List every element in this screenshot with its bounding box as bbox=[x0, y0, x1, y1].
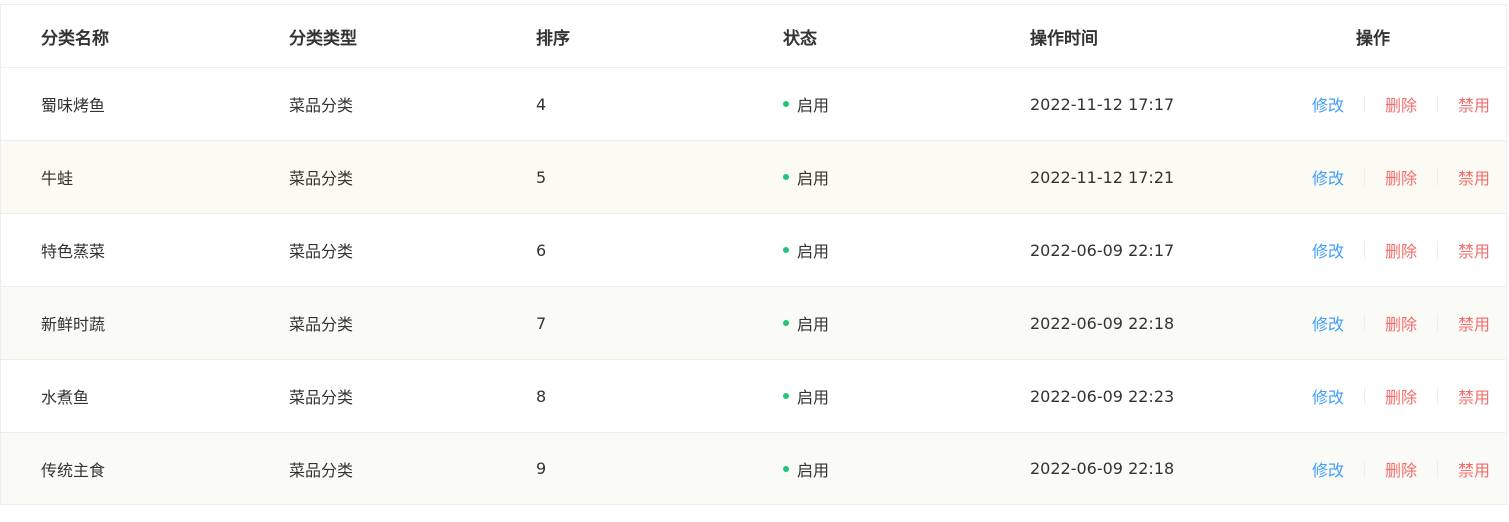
action-divider bbox=[1363, 168, 1365, 186]
action-divider bbox=[1363, 314, 1365, 332]
category-name-cell: 牛蛙 bbox=[41, 169, 74, 188]
table-row: 水煮鱼 菜品分类 8 启用 2022-06-09 22:23 修改 删除 禁用 bbox=[1, 359, 1506, 432]
status-cell: 启用 bbox=[743, 165, 990, 189]
category-table: 分类名称 分类类型 排序 状态 操作时间 操作 蜀味烤鱼 菜品分类 4 启用 2… bbox=[0, 4, 1507, 505]
update-time-cell: 2022-11-12 17:17 bbox=[1030, 94, 1175, 114]
action-divider bbox=[1436, 314, 1438, 332]
status-text: 启用 bbox=[797, 315, 830, 334]
header-sort: 排序 bbox=[536, 28, 570, 49]
table-header: 分类名称 分类类型 排序 状态 操作时间 操作 bbox=[1, 4, 1506, 67]
edit-button[interactable]: 修改 bbox=[1312, 384, 1344, 408]
category-type-cell: 菜品分类 bbox=[289, 388, 354, 407]
status-cell: 启用 bbox=[743, 457, 990, 481]
category-type-cell: 菜品分类 bbox=[289, 169, 354, 188]
action-divider bbox=[1436, 168, 1438, 186]
actions-cell: 修改 删除 禁用 bbox=[1238, 311, 1508, 335]
status-text: 启用 bbox=[797, 96, 830, 115]
category-name-cell: 传统主食 bbox=[41, 460, 106, 480]
disable-button[interactable]: 禁用 bbox=[1458, 92, 1490, 116]
status-dot-icon bbox=[783, 247, 789, 253]
category-name-cell: 蜀味烤鱼 bbox=[41, 96, 106, 115]
status-text: 启用 bbox=[797, 460, 830, 480]
status-dot-icon bbox=[783, 101, 789, 107]
sort-cell: 7 bbox=[536, 313, 547, 333]
disable-button[interactable]: 禁用 bbox=[1458, 384, 1490, 408]
category-type-cell: 菜品分类 bbox=[289, 96, 354, 115]
header-actions: 操作 bbox=[1356, 28, 1390, 49]
action-divider bbox=[1363, 387, 1365, 405]
sort-cell: 6 bbox=[536, 240, 547, 260]
sort-cell: 4 bbox=[536, 94, 547, 114]
status-dot-icon bbox=[783, 320, 789, 326]
status-cell: 启用 bbox=[743, 311, 990, 335]
table-row: 传统主食 菜品分类 9 启用 2022-06-09 22:18 修改 删除 禁用 bbox=[1, 432, 1506, 505]
delete-button[interactable]: 删除 bbox=[1385, 238, 1417, 262]
status-dot-icon bbox=[783, 465, 789, 472]
edit-button[interactable]: 修改 bbox=[1312, 457, 1344, 481]
sort-cell: 9 bbox=[536, 459, 547, 478]
action-divider bbox=[1436, 95, 1438, 113]
edit-button[interactable]: 修改 bbox=[1312, 238, 1344, 262]
header-category-name: 分类名称 bbox=[41, 28, 109, 49]
sort-cell: 8 bbox=[536, 386, 547, 406]
update-time-cell: 2022-06-09 22:17 bbox=[1030, 240, 1175, 260]
update-time-cell: 2022-06-09 22:18 bbox=[1030, 313, 1175, 333]
table-row: 牛蛙 菜品分类 5 启用 2022-11-12 17:21 修改 删除 禁用 bbox=[1, 140, 1506, 213]
action-divider bbox=[1363, 95, 1365, 113]
actions-cell: 修改 删除 禁用 bbox=[1238, 457, 1508, 481]
update-time-cell: 2022-11-12 17:21 bbox=[1030, 167, 1175, 187]
status-text: 启用 bbox=[797, 388, 830, 407]
action-divider bbox=[1436, 241, 1438, 259]
update-time-cell: 2022-06-09 22:18 bbox=[1030, 459, 1175, 478]
status-cell: 启用 bbox=[743, 92, 990, 116]
header-update-time: 操作时间 bbox=[1030, 28, 1098, 49]
delete-button[interactable]: 删除 bbox=[1385, 311, 1417, 335]
delete-button[interactable]: 删除 bbox=[1385, 384, 1417, 408]
action-divider bbox=[1363, 241, 1365, 259]
edit-button[interactable]: 修改 bbox=[1312, 92, 1344, 116]
sort-cell: 5 bbox=[536, 167, 547, 187]
edit-button[interactable]: 修改 bbox=[1312, 165, 1344, 189]
category-type-cell: 菜品分类 bbox=[289, 242, 354, 261]
delete-button[interactable]: 删除 bbox=[1385, 165, 1417, 189]
header-category-type: 分类类型 bbox=[289, 28, 357, 49]
delete-button[interactable]: 删除 bbox=[1385, 92, 1417, 116]
category-type-cell: 菜品分类 bbox=[289, 315, 354, 334]
disable-button[interactable]: 禁用 bbox=[1458, 457, 1490, 481]
disable-button[interactable]: 禁用 bbox=[1458, 311, 1490, 335]
category-name-cell: 水煮鱼 bbox=[41, 388, 90, 407]
status-dot-icon bbox=[783, 174, 789, 180]
status-cell: 启用 bbox=[743, 238, 990, 262]
actions-cell: 修改 删除 禁用 bbox=[1238, 92, 1508, 116]
status-text: 启用 bbox=[797, 169, 830, 188]
disable-button[interactable]: 禁用 bbox=[1458, 165, 1490, 189]
status-dot-icon bbox=[783, 393, 789, 399]
category-name-cell: 新鲜时蔬 bbox=[41, 315, 106, 334]
action-divider bbox=[1363, 459, 1365, 478]
category-type-cell: 菜品分类 bbox=[289, 460, 354, 480]
header-status: 状态 bbox=[783, 28, 817, 49]
category-name-cell: 特色蒸菜 bbox=[41, 242, 106, 261]
table-row: 新鲜时蔬 菜品分类 7 启用 2022-06-09 22:18 修改 删除 禁用 bbox=[1, 286, 1506, 359]
actions-cell: 修改 删除 禁用 bbox=[1238, 165, 1508, 189]
action-divider bbox=[1436, 387, 1438, 405]
update-time-cell: 2022-06-09 22:23 bbox=[1030, 386, 1175, 406]
actions-cell: 修改 删除 禁用 bbox=[1238, 384, 1508, 408]
action-divider bbox=[1436, 459, 1438, 478]
edit-button[interactable]: 修改 bbox=[1312, 311, 1344, 335]
disable-button[interactable]: 禁用 bbox=[1458, 238, 1490, 262]
status-cell: 启用 bbox=[743, 384, 990, 408]
table-row: 蜀味烤鱼 菜品分类 4 启用 2022-11-12 17:17 修改 删除 禁用 bbox=[1, 67, 1506, 140]
status-text: 启用 bbox=[797, 242, 830, 261]
delete-button[interactable]: 删除 bbox=[1385, 457, 1417, 481]
actions-cell: 修改 删除 禁用 bbox=[1238, 238, 1508, 262]
table-row: 特色蒸菜 菜品分类 6 启用 2022-06-09 22:17 修改 删除 禁用 bbox=[1, 213, 1506, 286]
